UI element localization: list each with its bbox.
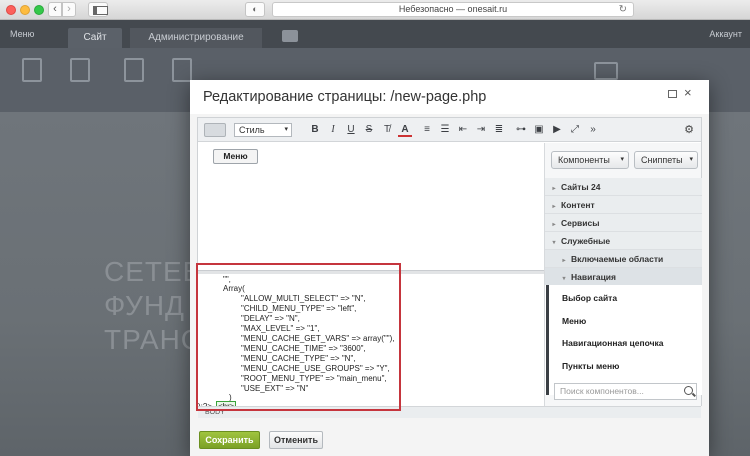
maximize-window-icon[interactable] bbox=[34, 5, 44, 15]
component-breadcrumb[interactable]: Навигационная цепочка bbox=[562, 338, 664, 348]
annotation-highlight-box bbox=[196, 263, 401, 411]
save-button[interactable]: Сохранить bbox=[199, 431, 260, 449]
tab-components-label: Компоненты bbox=[558, 155, 610, 165]
component-site-select[interactable]: Выбор сайта bbox=[562, 293, 617, 303]
chevron-down-icon: ▾ bbox=[689, 156, 693, 163]
bold-button[interactable]: B bbox=[308, 123, 322, 137]
browser-chrome: ‹ › ◐ Небезопасно — onesait.ru ↻ bbox=[0, 0, 750, 20]
address-bar[interactable]: Небезопасно — onesait.ru ↻ bbox=[272, 2, 634, 17]
search-icon[interactable] bbox=[684, 386, 693, 395]
forward-button[interactable]: › bbox=[62, 2, 76, 17]
cancel-button[interactable]: Отменить bbox=[269, 431, 323, 449]
tree-item-include-areas[interactable]: ▸ Включаемые области bbox=[545, 250, 702, 268]
ordered-list-icon[interactable]: ≡ bbox=[420, 123, 434, 137]
menu-component-chip[interactable]: Меню bbox=[213, 149, 258, 164]
style-select[interactable]: Стиль ▾ bbox=[234, 123, 292, 137]
fullscreen-icon[interactable]: ⤢ bbox=[568, 123, 582, 137]
background-text-line: ФУНД bbox=[104, 290, 185, 321]
account-link[interactable]: Аккаунт bbox=[709, 29, 742, 39]
search-placeholder: Поиск компонентов... bbox=[560, 386, 644, 396]
edit-section-icon[interactable] bbox=[172, 58, 192, 82]
indent-icon[interactable]: ⇥ bbox=[474, 123, 488, 137]
component-menu[interactable]: Меню bbox=[562, 316, 586, 326]
tree-item-label: Включаемые области bbox=[571, 254, 664, 264]
url-text: Небезопасно — onesait.ru bbox=[398, 4, 508, 14]
component-panel: Компоненты ▾ Сниппеты ▾ ▸ Сайты 24 ▸ Конте… bbox=[544, 143, 702, 406]
unordered-list-icon[interactable]: ☰ bbox=[438, 123, 452, 137]
strikethrough-button[interactable]: S bbox=[362, 123, 376, 137]
tree-item-label: Контент bbox=[561, 200, 595, 210]
tree-item-label: Служебные bbox=[561, 236, 611, 246]
tree-item-content[interactable]: ▸ Контент bbox=[545, 196, 702, 214]
bitrix-menu-link[interactable]: Меню bbox=[10, 29, 34, 39]
tab-snippets[interactable]: Сниппеты ▾ bbox=[634, 151, 698, 169]
outdent-icon[interactable]: ⇤ bbox=[456, 123, 470, 137]
editor-toolbar: Стиль ▾ B I U S T̸ A ≡ ☰ ⇤ ⇥ ≣ ⊶ ▣ ▶ ⤢ »… bbox=[198, 118, 701, 142]
close-window-icon[interactable] bbox=[6, 5, 16, 15]
sidebar-toggle-icon[interactable] bbox=[88, 2, 108, 17]
expand-icon[interactable] bbox=[668, 90, 677, 98]
tree-item-navigation[interactable]: ▾ Навигация bbox=[545, 268, 702, 286]
more-tools-button[interactable]: » bbox=[586, 123, 600, 137]
tab-site[interactable]: Сайт bbox=[68, 28, 122, 48]
chevron-down-icon: ▾ bbox=[284, 126, 288, 133]
create-section-icon[interactable] bbox=[70, 58, 90, 82]
component-menu-items[interactable]: Пункты меню bbox=[562, 361, 619, 371]
dialog-header: Редактирование страницы: /new-page.php × bbox=[190, 80, 709, 114]
privacy-shield-icon[interactable]: ◐ bbox=[245, 2, 265, 17]
dialog-title: Редактирование страницы: /new-page.php bbox=[203, 89, 487, 105]
tree-item-label: Сайты 24 bbox=[561, 182, 601, 192]
visual-editor-area[interactable]: Меню bbox=[198, 143, 544, 270]
text-color-icon[interactable]: A bbox=[398, 123, 412, 137]
italic-button[interactable]: I bbox=[326, 123, 340, 137]
component-list: Выбор сайта Меню Навигационная цепочка П… bbox=[545, 285, 702, 395]
back-button[interactable]: ‹ bbox=[48, 2, 62, 17]
remove-format-icon[interactable]: T̸ bbox=[380, 123, 394, 137]
underline-button[interactable]: U bbox=[344, 123, 358, 137]
component-search-input[interactable]: Поиск компонентов... bbox=[554, 383, 697, 400]
edit-page-icon[interactable] bbox=[124, 58, 144, 82]
background-text-line: СЕТЕВ bbox=[104, 256, 203, 287]
cache-icon[interactable] bbox=[594, 62, 618, 80]
chevron-down-icon: ▾ bbox=[620, 156, 624, 163]
tab-components[interactable]: Компоненты ▾ bbox=[551, 151, 629, 169]
minimize-window-icon[interactable] bbox=[20, 5, 30, 15]
tab-admin[interactable]: Администрирование bbox=[130, 28, 262, 48]
tab-snippets-label: Сниппеты bbox=[641, 155, 683, 165]
view-mode-icon[interactable] bbox=[204, 123, 226, 137]
video-icon[interactable]: ▶ bbox=[550, 123, 564, 137]
tree-item-label: Навигация bbox=[571, 272, 616, 282]
reload-icon[interactable]: ↻ bbox=[619, 3, 627, 16]
scrollbar[interactable] bbox=[546, 285, 549, 395]
link-icon[interactable]: ⊶ bbox=[514, 123, 528, 137]
tree-item-label: Сервисы bbox=[561, 218, 600, 228]
close-dialog-button[interactable]: × bbox=[684, 85, 692, 100]
gear-icon[interactable]: ⚙ bbox=[684, 123, 694, 136]
align-icon[interactable]: ≣ bbox=[492, 123, 506, 137]
chat-icon[interactable] bbox=[282, 30, 298, 42]
tree-item-sites24[interactable]: ▸ Сайты 24 bbox=[545, 178, 702, 196]
tree-item-service[interactable]: ▾ Служебные bbox=[545, 232, 702, 250]
background-text-line: ТРАНС bbox=[104, 324, 203, 355]
image-icon[interactable]: ▣ bbox=[532, 123, 546, 137]
style-select-value: Стиль bbox=[239, 125, 265, 135]
create-page-icon[interactable] bbox=[22, 58, 42, 82]
tree-item-services[interactable]: ▸ Сервисы bbox=[545, 214, 702, 232]
